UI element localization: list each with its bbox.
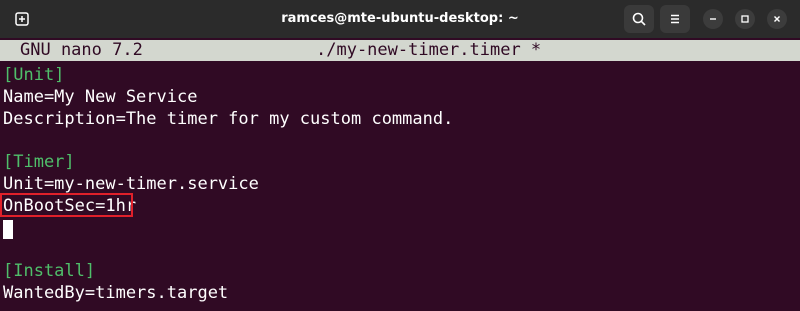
search-button[interactable] xyxy=(624,5,654,33)
menu-button[interactable] xyxy=(660,5,690,33)
minimize-button[interactable] xyxy=(703,9,723,29)
highlight-annotation-box xyxy=(0,193,133,217)
timer-section-header: [Timer] xyxy=(3,152,75,172)
hamburger-menu-icon xyxy=(671,14,679,24)
title-bar: ramces@mte-ubuntu-desktop: ~ xyxy=(0,0,800,39)
close-button[interactable] xyxy=(767,9,787,29)
search-icon xyxy=(632,12,646,26)
unit-section-header: [Unit] xyxy=(3,65,65,85)
nano-filename: ./my-new-timer.timer * xyxy=(316,40,542,60)
wantedby-line: WantedBy=timers.target xyxy=(3,283,229,303)
text-cursor xyxy=(3,220,13,239)
unit-line: Unit=my-new-timer.service xyxy=(3,174,259,194)
install-section-header: [Install] xyxy=(3,261,96,281)
close-icon xyxy=(774,16,780,22)
terminal-window: ramces@mte-ubuntu-desktop: ~ GNU nano 7.… xyxy=(0,0,800,311)
nano-header-bar: GNU nano 7.2 ./my-new-timer.timer * xyxy=(0,40,800,61)
terminal-area[interactable]: GNU nano 7.2 ./my-new-timer.timer * [Uni… xyxy=(0,38,800,311)
description-line: Description=The timer for my custom comm… xyxy=(3,109,454,129)
maximize-icon xyxy=(741,15,749,23)
name-line: Name=My New Service xyxy=(3,87,198,107)
maximize-button[interactable] xyxy=(735,9,755,29)
minimize-icon xyxy=(710,18,716,20)
nano-version: GNU nano 7.2 xyxy=(20,40,143,60)
